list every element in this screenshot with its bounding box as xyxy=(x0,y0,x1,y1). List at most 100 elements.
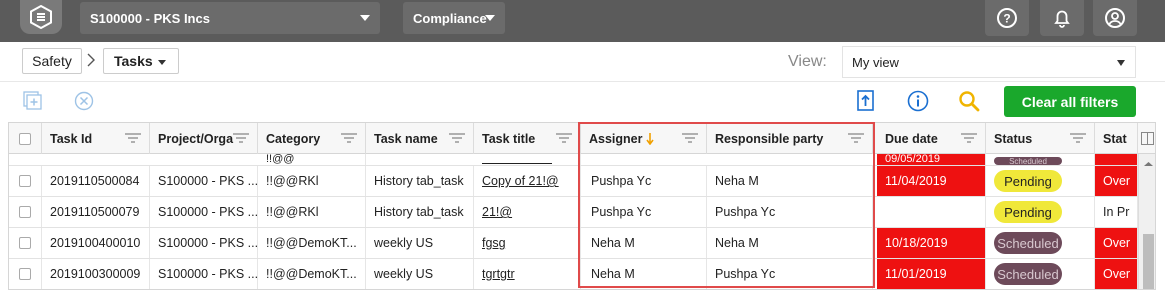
app-logo[interactable] xyxy=(20,0,62,34)
breadcrumb-item-tasks[interactable]: Tasks xyxy=(103,48,179,74)
row-checkbox[interactable] xyxy=(19,175,31,187)
select-all-cell xyxy=(9,123,42,154)
filter-icon[interactable] xyxy=(125,133,141,143)
add-task-button[interactable] xyxy=(22,90,44,112)
cell-status: Pending xyxy=(986,197,1095,227)
column-header-label: Category xyxy=(266,131,321,146)
filter-icon[interactable] xyxy=(961,133,977,143)
row-select-cell xyxy=(9,197,42,227)
task-title-link[interactable]: fgsg xyxy=(482,236,506,250)
cell-status: Scheduled xyxy=(986,154,1095,165)
export-button[interactable] xyxy=(855,90,877,112)
logo-icon xyxy=(30,5,52,29)
vertical-scrollbar[interactable] xyxy=(1138,154,1156,289)
breadcrumb-tasks-label: Tasks xyxy=(114,53,153,69)
task-title-link[interactable]: 21!@ xyxy=(482,205,512,219)
filter-icon[interactable] xyxy=(1070,133,1086,143)
user-menu-button[interactable] xyxy=(1093,0,1137,36)
column-header-assigner[interactable]: Assigner xyxy=(581,123,707,154)
cell-project: S100000 - PKS ... xyxy=(150,228,258,258)
cancel-button[interactable] xyxy=(73,90,95,112)
column-header-task-name[interactable]: Task name xyxy=(366,123,474,154)
task-title-link[interactable]: tgrtgtr xyxy=(482,267,515,281)
column-chooser-button[interactable] xyxy=(1138,123,1155,154)
cell-responsible-party: Neha M xyxy=(707,166,873,196)
table-row[interactable]: 2019100400010 S100000 - PKS ... !!@@Demo… xyxy=(9,228,1155,259)
organization-select[interactable]: S100000 - PKS Incs xyxy=(80,2,380,34)
breadcrumb-item-safety[interactable]: Safety xyxy=(22,48,82,74)
cell-project: S100000 - PKS ... xyxy=(150,259,258,289)
cell-task-name: History tab_task xyxy=(366,197,474,227)
cell-status-2 xyxy=(1095,154,1138,165)
svg-text:?: ? xyxy=(1003,12,1010,26)
cell-status-2: In Pr xyxy=(1095,197,1138,227)
cell-category: !!@@DemoKT... xyxy=(258,228,366,258)
filter-icon[interactable] xyxy=(848,133,864,143)
sort-down-icon xyxy=(645,132,654,145)
status-badge: Scheduled xyxy=(994,157,1062,165)
cell-task-id: 2019110500079 xyxy=(42,197,150,227)
top-bar: S100000 - PKS Incs Compliance ? xyxy=(0,0,1165,42)
cell-task-title: 21!@ xyxy=(474,197,581,227)
scrollbar-thumb[interactable] xyxy=(1143,234,1154,289)
column-header-task-id[interactable]: Task Id xyxy=(42,123,150,154)
table-row[interactable]: 2019110500084 S100000 - PKS ... !!@@RKl … xyxy=(9,166,1155,197)
row-checkbox[interactable] xyxy=(19,237,31,249)
column-header-label: Assigner xyxy=(589,131,643,146)
grid-header: Task Id Project/Orga Category Task name … xyxy=(9,123,1155,154)
cell-task-title xyxy=(474,154,581,165)
cell-category: !!@@RKl xyxy=(258,197,366,227)
column-header-status-2[interactable]: Stat xyxy=(1095,123,1138,154)
info-button[interactable] xyxy=(907,90,929,112)
module-select[interactable]: Compliance xyxy=(403,2,505,34)
row-select-cell xyxy=(9,166,42,196)
chevron-right-icon xyxy=(87,53,95,67)
view-select[interactable]: My view xyxy=(842,46,1136,78)
column-header-responsible-party[interactable]: Responsible party xyxy=(707,123,873,154)
clear-all-filters-button[interactable]: Clear all filters xyxy=(1004,86,1136,117)
scroll-up-icon[interactable] xyxy=(1140,159,1156,169)
cell-project: S100000 - PKS ... xyxy=(150,197,258,227)
row-checkbox[interactable] xyxy=(19,206,31,218)
filter-icon[interactable] xyxy=(556,133,572,143)
filter-icon[interactable] xyxy=(682,133,698,143)
select-all-checkbox[interactable] xyxy=(19,132,31,145)
cell-status: Scheduled xyxy=(986,228,1095,258)
notifications-button[interactable] xyxy=(1040,0,1084,36)
cell-task-title: tgrtgtr xyxy=(474,259,581,289)
add-icon xyxy=(23,91,42,110)
search-icon xyxy=(959,91,980,112)
column-header-category[interactable]: Category xyxy=(258,123,366,154)
view-label: View: xyxy=(788,53,827,70)
cell-status: Pending xyxy=(986,166,1095,196)
table-row[interactable]: 2019110500079 S100000 - PKS ... !!@@RKl … xyxy=(9,197,1155,228)
cell-due-date: 11/01/2019 xyxy=(877,259,986,289)
filter-icon[interactable] xyxy=(341,133,357,143)
cell-assigner: Pushpa Yc xyxy=(581,197,707,227)
tasks-grid: Task Id Project/Orga Category Task name … xyxy=(8,122,1156,290)
column-header-task-title[interactable]: Task title xyxy=(474,123,581,154)
cell-assigner: Neha M xyxy=(581,259,707,289)
breadcrumb: Safety Tasks View: My view xyxy=(0,42,1165,82)
cell-responsible-party: Neha M xyxy=(707,228,873,258)
filter-icon[interactable] xyxy=(233,133,249,143)
row-select-cell xyxy=(9,228,42,258)
search-button[interactable] xyxy=(958,90,980,112)
view-select-value: My view xyxy=(852,54,899,70)
info-icon xyxy=(907,90,929,112)
status-badge: Pending xyxy=(994,201,1062,223)
task-title-link[interactable]: Copy of 21!@ xyxy=(482,174,559,188)
table-row[interactable]: 2019100300009 S100000 - PKS ... !!@@Demo… xyxy=(9,259,1155,289)
filter-icon[interactable] xyxy=(449,133,465,143)
status-badge: Pending xyxy=(994,170,1062,192)
column-header-label: Task Id xyxy=(50,131,93,146)
cell-task-name: History tab_task xyxy=(366,166,474,196)
column-header-due-date[interactable]: Due date xyxy=(877,123,986,154)
table-row-partial[interactable]: !!@@ 09/05/2019 Scheduled xyxy=(9,154,1155,166)
column-header-status[interactable]: Status xyxy=(986,123,1095,154)
column-header-project[interactable]: Project/Orga xyxy=(150,123,258,154)
row-checkbox[interactable] xyxy=(19,268,31,280)
organization-select-label: S100000 - PKS Incs xyxy=(90,10,210,26)
cell-task-title: Copy of 21!@ xyxy=(474,166,581,196)
help-button[interactable]: ? xyxy=(985,0,1029,36)
